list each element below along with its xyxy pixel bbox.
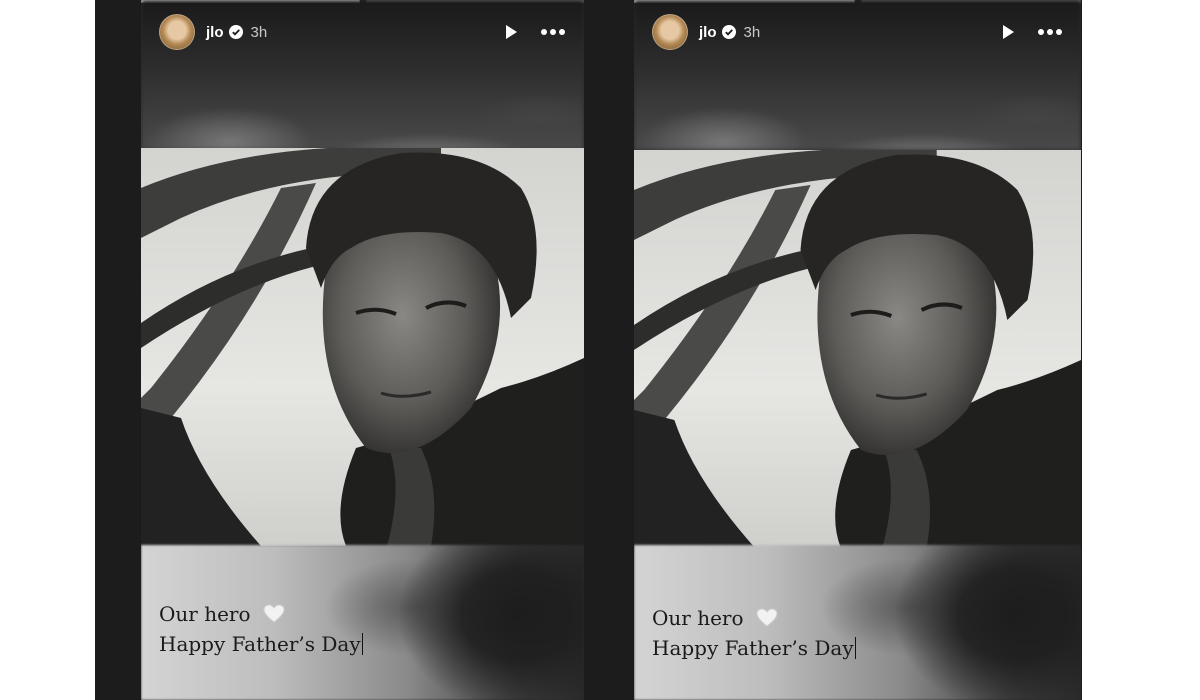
story-caption: Our hero Happy Father’s Day bbox=[159, 601, 364, 658]
story-photo bbox=[141, 148, 584, 546]
white-heart-icon bbox=[756, 608, 778, 635]
story-panel-left: jlo 3h Our hero Happy Father’s Day bbox=[95, 0, 592, 700]
verified-badge-icon bbox=[721, 25, 736, 39]
play-icon[interactable] bbox=[999, 23, 1017, 41]
white-heart-icon bbox=[263, 604, 285, 631]
caption-line-1: Our hero bbox=[652, 606, 744, 630]
more-options-icon[interactable] bbox=[540, 23, 566, 41]
story-viewer[interactable]: jlo 3h Our hero Happy Father’s Day bbox=[141, 0, 584, 700]
post-timestamp: 3h bbox=[250, 23, 268, 41]
caption-line-2: Happy Father’s Day bbox=[159, 632, 361, 656]
post-timestamp: 3h bbox=[743, 23, 761, 41]
more-options-icon[interactable] bbox=[1037, 23, 1063, 41]
caption-line-1: Our hero bbox=[159, 602, 251, 626]
story-panel-right: jlo 3h Our hero Happy Father’s Day bbox=[592, 0, 1082, 700]
story-header: jlo 3h bbox=[159, 14, 566, 50]
story-photo bbox=[634, 150, 1081, 548]
profile-avatar[interactable] bbox=[652, 14, 688, 50]
verified-badge-icon bbox=[228, 25, 243, 39]
caption-line-2: Happy Father’s Day bbox=[652, 636, 854, 660]
black-and-white-portrait-image bbox=[634, 150, 1081, 548]
play-icon[interactable] bbox=[502, 23, 520, 41]
text-cursor bbox=[361, 633, 364, 655]
username[interactable]: jlo bbox=[699, 24, 717, 41]
story-caption: Our hero Happy Father’s Day bbox=[652, 605, 857, 662]
username[interactable]: jlo bbox=[206, 24, 224, 41]
profile-avatar[interactable] bbox=[159, 14, 195, 50]
story-header: jlo 3h bbox=[652, 14, 1063, 50]
text-cursor bbox=[854, 637, 857, 659]
story-viewer[interactable]: jlo 3h Our hero Happy Father’s Day bbox=[634, 0, 1081, 700]
black-and-white-portrait-image bbox=[141, 148, 584, 546]
